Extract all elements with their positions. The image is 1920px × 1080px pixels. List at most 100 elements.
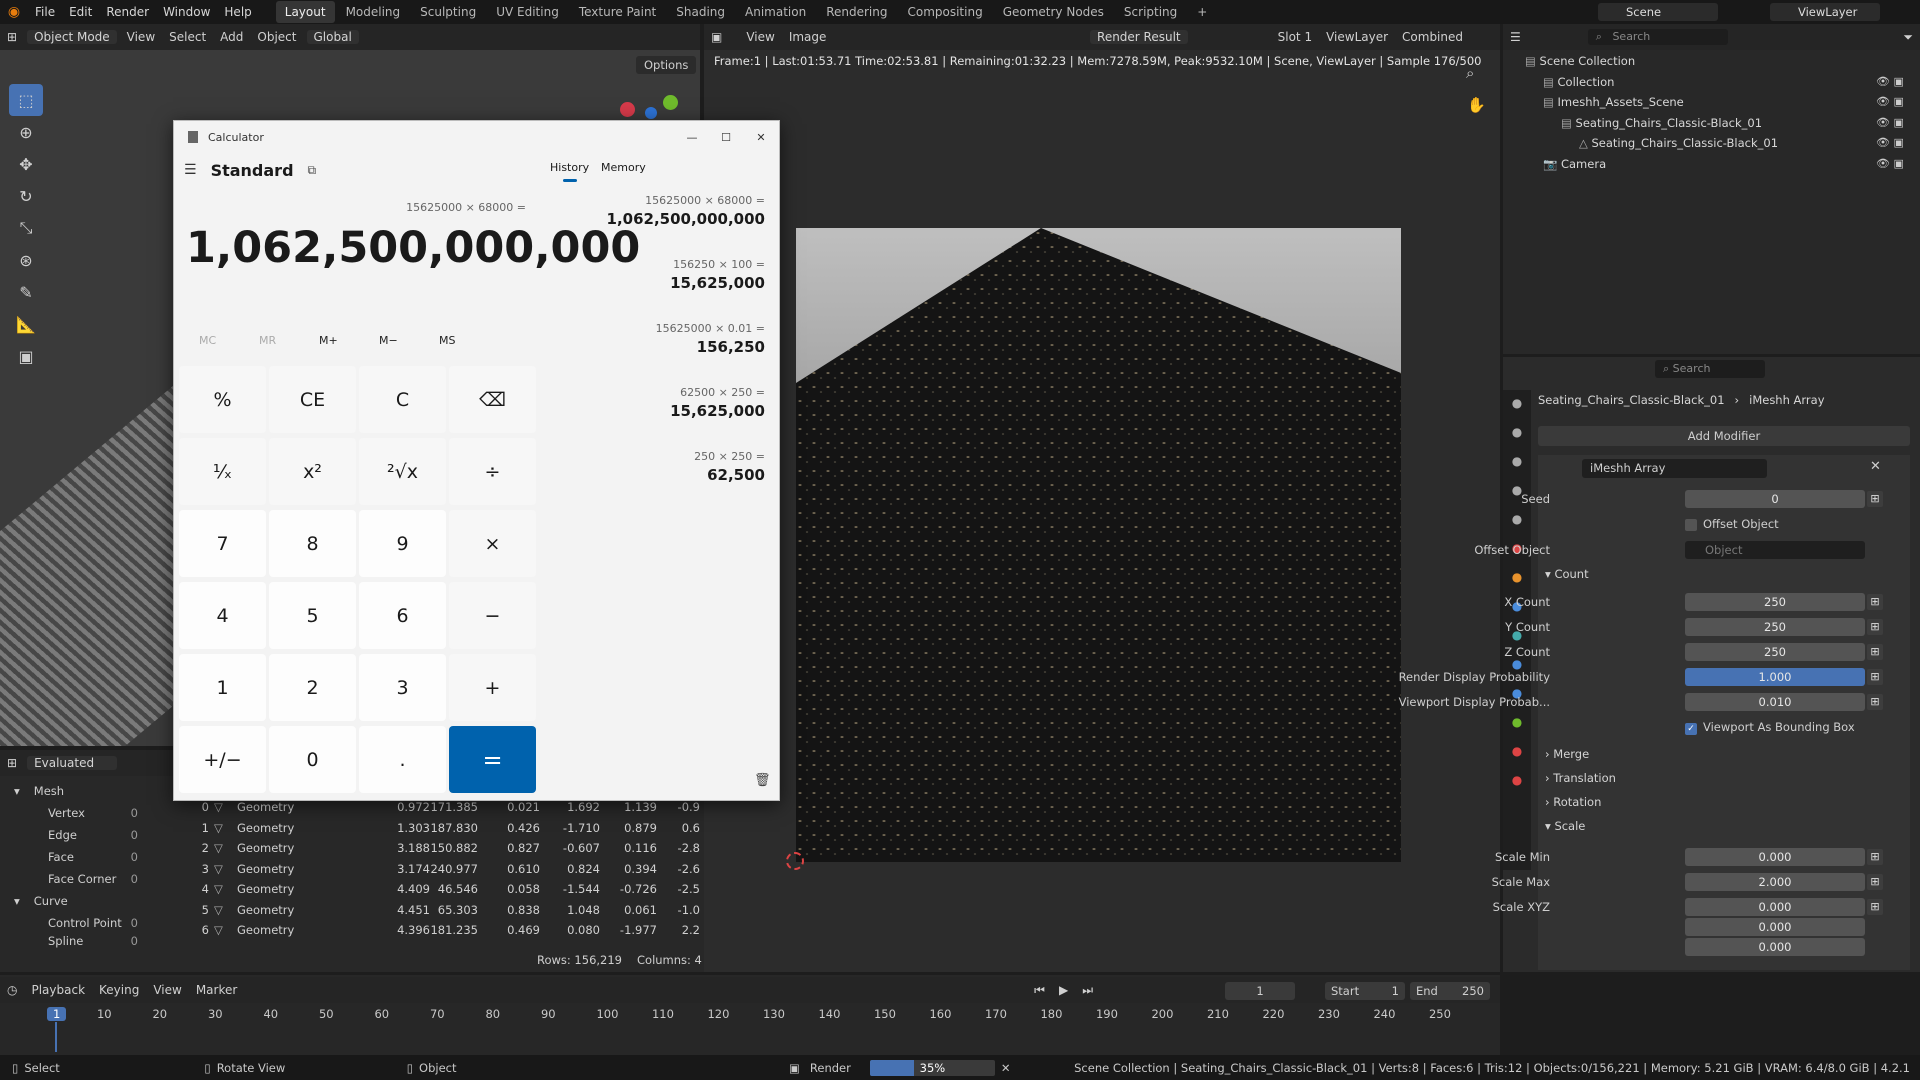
minimize-icon[interactable]: — bbox=[675, 131, 709, 144]
viewport-prob-field[interactable]: 0.010 bbox=[1685, 693, 1865, 711]
digit-1-button[interactable]: 1 bbox=[179, 654, 266, 721]
image-editor-icon[interactable]: ▣ bbox=[704, 30, 729, 44]
scene-selector[interactable]: Scene bbox=[1598, 3, 1718, 21]
outliner-item[interactable]: 📷 Camera bbox=[1543, 157, 1606, 171]
timeline-frame-mark[interactable]: 1 bbox=[47, 1007, 67, 1021]
tab-texture-paint[interactable]: Texture Paint bbox=[570, 1, 665, 23]
close-icon[interactable]: ✕ bbox=[743, 131, 779, 144]
rotation-section[interactable]: › Rotation bbox=[1545, 795, 1601, 809]
menu-help[interactable]: Help bbox=[217, 0, 258, 24]
digit-0-button[interactable]: 0 bbox=[269, 726, 356, 793]
clear-button[interactable]: C bbox=[359, 366, 446, 433]
render-image[interactable] bbox=[796, 228, 1401, 862]
image-menu-image[interactable]: Image bbox=[782, 30, 834, 44]
visibility-eye-icon[interactable]: 👁 ▣ bbox=[1876, 95, 1904, 108]
history-item[interactable]: 15625000 × 68000 = 1,062,500,000,000 bbox=[607, 194, 765, 228]
history-item[interactable]: 250 × 250 = 62,500 bbox=[694, 450, 765, 484]
outliner-item[interactable]: ▤ Seating_Chairs_Classic-Black_01 bbox=[1561, 116, 1762, 130]
scale-z-field[interactable]: 0.000 bbox=[1685, 938, 1865, 956]
digit-9-button[interactable]: 9 bbox=[359, 510, 446, 577]
timeline-frame-mark[interactable]: 180 bbox=[1040, 1007, 1062, 1021]
offset-object-checkbox[interactable]: Offset Object bbox=[1685, 517, 1779, 531]
digit-7-button[interactable]: 7 bbox=[179, 510, 266, 577]
scale-max-keyframe-icon[interactable]: ⊞ bbox=[1867, 874, 1883, 890]
tab-animation[interactable]: Animation bbox=[736, 1, 815, 23]
zoom-icon[interactable]: ⌕ bbox=[1466, 64, 1474, 82]
tree-control-point[interactable]: Control Point 0 bbox=[0, 912, 140, 934]
blender-logo-icon[interactable]: ◉ bbox=[0, 4, 28, 20]
memory-subtract-button[interactable]: M− bbox=[379, 334, 398, 347]
memory-recall-button[interactable]: MR bbox=[259, 334, 276, 347]
tab-uv-editing[interactable]: UV Editing bbox=[487, 1, 568, 23]
modifier-delete-icon[interactable]: ✕ bbox=[1870, 459, 1881, 474]
y-count-field[interactable]: 250 bbox=[1685, 618, 1865, 636]
hamburger-menu-icon[interactable]: ☰ bbox=[184, 162, 197, 178]
timeline-frame-mark[interactable]: 40 bbox=[263, 1007, 278, 1021]
tab-scripting[interactable]: Scripting bbox=[1115, 1, 1186, 23]
add-workspace-button[interactable]: + bbox=[1188, 1, 1216, 23]
data-tab-icon[interactable]: ● bbox=[1508, 715, 1526, 733]
y-count-keyframe-icon[interactable]: ⊞ bbox=[1867, 619, 1883, 635]
image-menu-view[interactable]: View bbox=[739, 30, 781, 44]
scale-min-field[interactable]: 0.000 bbox=[1685, 848, 1865, 866]
backspace-button[interactable]: ⌫ bbox=[449, 366, 536, 433]
material-tab-icon[interactable]: ● bbox=[1508, 744, 1526, 762]
timeline-frame-mark[interactable]: 220 bbox=[1262, 1007, 1284, 1021]
outliner-item[interactable]: △ Seating_Chairs_Classic-Black_01 bbox=[1579, 136, 1778, 150]
square-root-button[interactable]: ²√x bbox=[359, 438, 446, 505]
orientation-dropdown[interactable]: Global bbox=[306, 30, 359, 44]
viewport-prob-keyframe-icon[interactable]: ⊞ bbox=[1867, 694, 1883, 710]
scale-x-field[interactable]: 0.000 bbox=[1685, 898, 1865, 916]
outliner-item[interactable]: ▤ Collection bbox=[1543, 75, 1614, 89]
timeline-frame-mark[interactable]: 130 bbox=[763, 1007, 785, 1021]
keep-on-top-icon[interactable]: ⧉ bbox=[308, 163, 317, 178]
merge-section[interactable]: › Merge bbox=[1545, 747, 1589, 761]
tree-curve[interactable]: ▾ Curve bbox=[0, 890, 140, 912]
x-count-field[interactable]: 250 bbox=[1685, 593, 1865, 611]
history-item[interactable]: 156250 × 100 = 15,625,000 bbox=[670, 258, 765, 292]
timeline-frame-mark[interactable]: 110 bbox=[652, 1007, 674, 1021]
memory-add-button[interactable]: M+ bbox=[319, 334, 338, 347]
scale-section[interactable]: ▾ Scale bbox=[1545, 819, 1585, 833]
menu-edit[interactable]: Edit bbox=[62, 0, 99, 24]
memory-store-button[interactable]: MS bbox=[439, 334, 455, 347]
timeline-frame-mark[interactable]: 190 bbox=[1096, 1007, 1118, 1021]
timeline-frame-mark[interactable]: 80 bbox=[485, 1007, 500, 1021]
cancel-render-icon[interactable]: ✕ bbox=[1001, 1061, 1011, 1075]
reciprocal-button[interactable]: ¹⁄ₓ bbox=[179, 438, 266, 505]
timeline-frame-mark[interactable]: 10 bbox=[97, 1007, 112, 1021]
tool-tab-icon[interactable]: ● bbox=[1508, 396, 1526, 414]
timeline-frame-mark[interactable]: 160 bbox=[929, 1007, 951, 1021]
pan-hand-icon[interactable]: ✋ bbox=[1467, 96, 1486, 114]
timeline-frame-mark[interactable]: 140 bbox=[818, 1007, 840, 1021]
spreadsheet-editor-icon[interactable]: ⊞ bbox=[0, 756, 24, 770]
delete-history-icon[interactable]: 🗑 bbox=[754, 773, 771, 788]
tree-edge[interactable]: Edge 0 bbox=[0, 824, 140, 846]
menu-render[interactable]: Render bbox=[99, 0, 156, 24]
decimal-button[interactable]: . bbox=[359, 726, 446, 793]
end-frame-field[interactable]: End 250 bbox=[1410, 982, 1490, 1000]
offset-object-field[interactable]: Object bbox=[1685, 541, 1865, 559]
jump-start-icon[interactable]: ⏮ bbox=[1027, 983, 1052, 998]
maximize-icon[interactable]: ☐ bbox=[709, 131, 743, 144]
move-tool-icon[interactable]: ✥ bbox=[9, 148, 43, 180]
annotate-tool-icon[interactable]: ✎ bbox=[9, 276, 43, 308]
tree-face-corner[interactable]: Face Corner 0 bbox=[0, 868, 140, 890]
scale-min-keyframe-icon[interactable]: ⊞ bbox=[1867, 849, 1883, 865]
tab-rendering[interactable]: Rendering bbox=[817, 1, 896, 23]
equals-button[interactable]: = bbox=[449, 726, 536, 793]
z-count-field[interactable]: 250 bbox=[1685, 643, 1865, 661]
digit-3-button[interactable]: 3 bbox=[359, 654, 446, 721]
timeline-frame-mark[interactable]: 230 bbox=[1318, 1007, 1340, 1021]
timeline-frame-mark[interactable]: 170 bbox=[985, 1007, 1007, 1021]
cursor-tool-icon[interactable]: ⊕ bbox=[9, 116, 43, 148]
timeline-menu-view[interactable]: View bbox=[146, 983, 188, 997]
select-box-tool-icon[interactable]: ⬚ bbox=[9, 84, 43, 116]
evaluated-dropdown[interactable]: Evaluated bbox=[27, 756, 118, 770]
editor-type-icon[interactable]: ⊞ bbox=[0, 30, 24, 44]
seed-field[interactable]: 0 bbox=[1685, 490, 1865, 508]
x-count-keyframe-icon[interactable]: ⊞ bbox=[1867, 594, 1883, 610]
viewport-menu-object[interactable]: Object bbox=[250, 30, 303, 44]
digit-8-button[interactable]: 8 bbox=[269, 510, 356, 577]
timeline-frame-mark[interactable]: 50 bbox=[319, 1007, 334, 1021]
